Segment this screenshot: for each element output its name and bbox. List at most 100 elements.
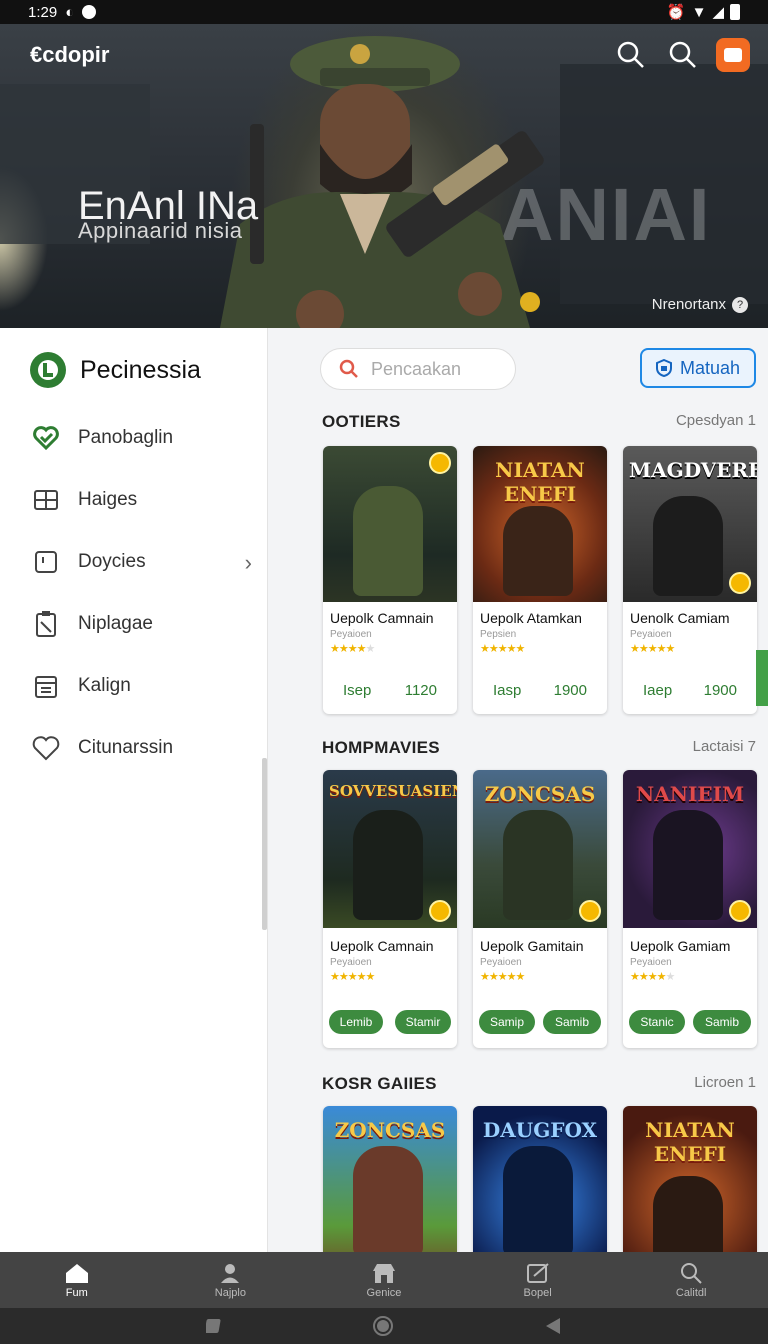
sidebar-item-citunarssin[interactable]: Citunarssin: [32, 728, 252, 768]
tab-label: Fum: [65, 1286, 88, 1299]
game-action-button[interactable]: Lemib: [329, 1010, 383, 1034]
hero-credit-text: Nrenortanx: [651, 296, 726, 313]
game-card-art: ZONCSAS: [323, 1106, 457, 1252]
game-art-title: SOVVESUASIENI: [329, 782, 457, 800]
tab-label: Calitdl: [675, 1286, 707, 1299]
bottom-tab-bar: Fum Najplo Genice Bopel Calitdl: [0, 1252, 768, 1308]
heart-icon: [32, 734, 60, 762]
game-action-button[interactable]: Stanic: [629, 1010, 685, 1034]
app-logo[interactable]: €cdopir: [30, 42, 109, 68]
matuah-button[interactable]: Matuah: [640, 348, 756, 388]
edit-icon: [525, 1262, 551, 1284]
game-card[interactable]: NIATAN ENEFI Uepolk Atamkan Pepsien ★★★★…: [473, 446, 607, 714]
back-icon[interactable]: [544, 1317, 562, 1335]
sidebar-item-kalign[interactable]: Kalign: [32, 666, 252, 706]
game-action-button[interactable]: Samib: [543, 1010, 601, 1034]
game-title: Uenolk Camiam: [630, 610, 730, 626]
search-icon[interactable]: [616, 40, 646, 70]
help-icon[interactable]: ?: [732, 296, 748, 313]
tab-edit[interactable]: Bopel: [461, 1252, 615, 1308]
hero-credit: Nrenortanx ?: [652, 296, 748, 313]
game-card-art: [323, 446, 457, 602]
section-title: KOSR GAIIES: [322, 1074, 437, 1093]
game-art-title: NIATAN ENEFI: [495, 458, 585, 506]
game-art-title: MAGDVERF: [629, 458, 757, 482]
home-nav-icon[interactable]: [372, 1315, 394, 1337]
tab-store[interactable]: Genice: [307, 1252, 461, 1308]
tab-label: Bopel: [523, 1286, 552, 1299]
game-card[interactable]: NANIEIM Uepolk Gamiam Peyaioen ★★★★★ Sta…: [623, 770, 757, 1048]
matuah-button-label: Matuah: [679, 357, 741, 378]
game-meta-left: Iasp: [493, 682, 522, 699]
signal-icon: ◢: [712, 4, 724, 21]
game-title: Uepolk Camnain: [330, 938, 434, 954]
game-card-art: NANIEIM: [623, 770, 757, 928]
game-meta-left: Iaep: [643, 682, 673, 699]
game-card[interactable]: ZONCSAS: [323, 1106, 457, 1252]
game-action-button[interactable]: Samip: [479, 1010, 535, 1034]
game-publisher: Peyaioen: [480, 957, 522, 968]
main-content: Pencaakan Matuah OOTIERS Cpesdyan 1 Uepo…: [268, 328, 768, 1252]
sidebar-item-panobaglin[interactable]: Panobaglin: [32, 418, 252, 458]
recents-icon[interactable]: [206, 1318, 222, 1334]
game-card-art: NIATAN ENEFI: [473, 446, 607, 602]
tab-profile[interactable]: Najplo: [154, 1252, 308, 1308]
rating-stars: ★★★★★: [330, 971, 375, 983]
game-card[interactable]: Uepolk Camnain Peyaioen ★★★★★ Isep 1120: [323, 446, 457, 714]
section-link[interactable]: Lactaisi 7: [693, 738, 756, 755]
rating-stars: ★★★★★: [630, 643, 675, 655]
game-title: Uepolk Gamiam: [630, 938, 731, 954]
section-link[interactable]: Cpesdyan 1: [676, 412, 756, 429]
game-action-button[interactable]: Stamir: [395, 1010, 451, 1034]
game-card[interactable]: NIATAN ENEFI: [623, 1106, 757, 1252]
battery-icon: [730, 4, 740, 20]
game-card-art: MAGDVERF: [623, 446, 757, 602]
status-time: 1:29: [28, 3, 58, 21]
coin-badge-icon: [729, 900, 751, 922]
sidebar: Pecinessia Panobaglin Haiges Doycies › N…: [0, 328, 268, 1252]
sidebar-item-label: Kalign: [78, 675, 131, 696]
game-meta-left: Isep: [343, 682, 372, 699]
game-card-art: ZONCSAS: [473, 770, 607, 928]
game-card[interactable]: ZONCSAS Uepolk Gamitain Peyaioen ★★★★★ S…: [473, 770, 607, 1048]
tab-label: Genice: [366, 1286, 402, 1299]
section-title: HOMPMAVIES: [322, 738, 440, 757]
game-title: Uepolk Atamkan: [480, 610, 582, 626]
rating-stars: ★★★★★: [330, 643, 375, 655]
game-card[interactable]: SOVVESUASIENI Uepolk Camnain Peyaioen ★★…: [323, 770, 457, 1048]
system-navigation-bar: [0, 1308, 768, 1344]
game-publisher: Peyaioen: [330, 957, 372, 968]
navigation-indicator-icon: [82, 5, 97, 19]
sidebar-item-niplagae[interactable]: Niplagae: [32, 604, 252, 644]
settings-indicator-icon: ◐: [65, 3, 75, 21]
sidebar-scrollbar[interactable]: [262, 758, 267, 930]
rating-stars: ★★★★★: [480, 643, 525, 655]
brand-logo-icon: [30, 352, 66, 388]
shield-icon: [655, 359, 672, 377]
game-card[interactable]: DAUGFOX: [473, 1106, 607, 1252]
sidebar-item-haiges[interactable]: Haiges: [32, 480, 252, 520]
store-app-icon[interactable]: [716, 38, 750, 72]
search-icon: [678, 1262, 704, 1284]
sidebar-item-label: Citunarssin: [78, 737, 174, 758]
sidebar-header: Pecinessia: [30, 352, 201, 388]
sidebar-item-doycies[interactable]: Doycies ›: [32, 542, 252, 582]
game-meta-right: 1900: [703, 682, 737, 699]
tab-search[interactable]: Calitdl: [614, 1252, 768, 1308]
alarm-icon: ⏰: [666, 4, 686, 21]
rating-stars: ★★★★★: [630, 971, 675, 983]
home-icon: [64, 1262, 90, 1284]
game-action-button[interactable]: Samib: [693, 1010, 751, 1034]
game-title: Uepolk Camnain: [330, 610, 434, 626]
section-link[interactable]: Licroen 1: [694, 1074, 756, 1091]
search-placeholder: Pencaakan: [371, 358, 462, 379]
hero-banner[interactable]: ANIAI €cdopir EnAnl INa Appinaarid nisia…: [0, 24, 768, 328]
search-alt-icon[interactable]: [668, 40, 698, 70]
game-publisher: Peyaioen: [330, 629, 372, 640]
game-art-title: DAUGFOX: [482, 1118, 598, 1142]
game-card[interactable]: MAGDVERF Uenolk Camiam Peyaioen ★★★★★ Ia…: [623, 446, 757, 714]
search-input[interactable]: Pencaakan: [320, 348, 516, 390]
tab-home[interactable]: Fum: [0, 1252, 154, 1308]
game-publisher: Peyaioen: [630, 957, 672, 968]
person-icon: [217, 1262, 243, 1284]
